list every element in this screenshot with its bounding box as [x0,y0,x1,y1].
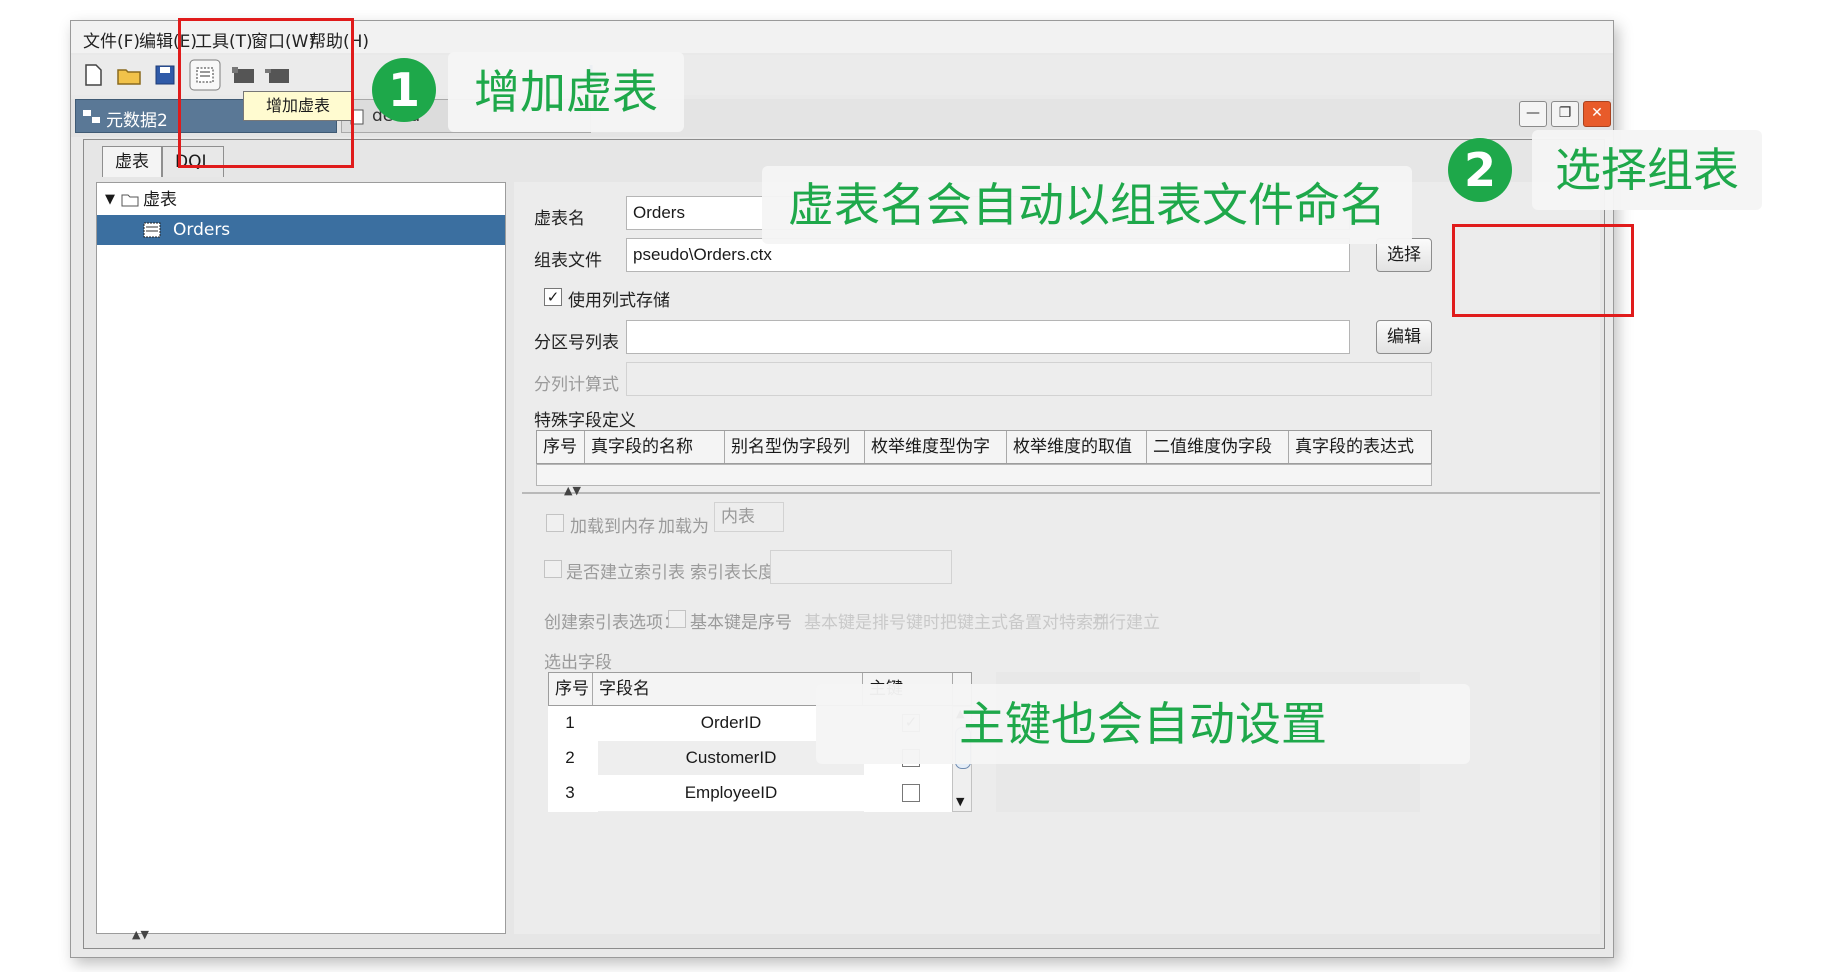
index-length-label: 索引表长度 [690,563,775,583]
partition-expr-label: 分列计算式 [534,375,619,395]
partition-list-input[interactable] [626,320,1350,354]
special-fields-label: 特殊字段定义 [534,411,636,431]
tree-item-orders[interactable]: Orders [97,215,505,245]
edit-button[interactable]: 编辑 [1376,320,1432,354]
splitter-arrows-icon[interactable]: ▲▼ [564,484,581,497]
tab-virtual-table[interactable]: 虚表 [102,146,162,177]
load-as-select[interactable]: 内表 [714,502,784,532]
index-options-label: 创建索引表选项： [544,613,680,633]
new-file-icon[interactable] [79,61,107,89]
column-storage-label: 使用列式存储 [568,291,670,311]
highlight-box-select [1452,224,1634,317]
base-key-seq-label: 基本键是序号 [690,613,792,633]
step2-callout: 选择组表 [1532,130,1762,210]
collapse-arrow-icon[interactable]: ▼ [105,185,115,215]
column-storage-checkbox[interactable]: ✓ [544,288,562,306]
open-folder-icon[interactable] [115,61,143,89]
virtual-table-icon [143,222,161,238]
step2-badge: 2 [1448,138,1512,202]
selected-fields-label: 选出字段 [544,653,612,673]
step1-callout: 增加虚表 [448,52,684,132]
column-header[interactable]: 二值维度伪字段名 [1147,431,1289,489]
tree-root-label: 虚表 [143,190,177,210]
field-name: EmployeeID [684,783,778,802]
primary-key-checkbox[interactable] [902,784,920,802]
note-auto-key: 主键也会自动设置 [816,684,1470,764]
table-row[interactable]: 3 EmployeeID [548,776,952,810]
column-header[interactable]: 枚举维度的取值序列 [1007,431,1147,489]
row-number: 2 [565,748,575,767]
tree-root[interactable]: ▼ 虚表 [97,185,505,215]
load-as-label: 加载为 [658,517,709,537]
row-number: 4 [548,811,592,812]
splitter-arrows-icon[interactable]: ▲▼ [132,928,149,941]
minimize-button[interactable]: — [1519,101,1547,127]
column-header[interactable]: 序号 [549,673,593,705]
properties-panel: 虚表名 Orders 组表文件 pseudo\Orders.ctx 选择 ✓ 使… [514,182,1600,934]
folder-icon [121,194,139,207]
doc-tab-label: 元数据2 [106,111,168,131]
highlight-box-add-table [178,18,354,168]
field-name: ReceiveDate [598,811,864,812]
tree-item-label: Orders [173,220,231,240]
note-auto-name: 虚表名会自动以组表文件命名 [762,166,1412,244]
column-header[interactable]: 别名型伪字段列表 [725,431,865,489]
special-fields-header: 序号 真字段的名称 别名型伪字段列表 枚举维度型伪字段名 枚举维度的取值序列 二… [536,430,1432,489]
partition-list-label: 分区号列表 [534,333,619,353]
virtual-table-name-label: 虚表名 [534,209,585,229]
row-number: 1 [565,713,575,732]
build-index-checkbox[interactable] [544,560,562,578]
table-tree: ▼ 虚表 Orders [96,182,506,934]
close-button[interactable]: ✕ [1583,101,1611,127]
base-key-seq-checkbox[interactable] [668,610,686,628]
index-length-input[interactable] [770,550,952,584]
menu-file[interactable]: 文件(F) [83,27,140,52]
bottom-splitter[interactable]: ▲▼ [92,928,1602,944]
load-memory-checkbox[interactable] [546,514,564,532]
restore-button[interactable]: ❐ [1551,101,1579,127]
column-header[interactable]: 序号 [537,431,585,463]
table-row[interactable]: 4 ReceiveDate [548,811,952,812]
column-header[interactable]: 枚举维度型伪字段名 [865,431,1007,489]
base-key-sort-label: 基本键是排号键时把键主式备置对特索引 [804,613,1110,633]
parallel-build-label: 并行建立 [1092,613,1160,633]
load-memory-label: 加载到内存 [570,517,655,537]
step1-badge: 1 [372,58,436,122]
column-header[interactable]: 真字段的表达式 [1289,431,1431,463]
partition-expr-input[interactable] [626,362,1432,396]
row-number: 3 [565,783,575,802]
scroll-down-icon[interactable]: ▼ [956,795,964,808]
column-header[interactable]: 真字段的名称 [585,431,725,463]
group-file-label: 组表文件 [534,251,602,271]
splitter[interactable] [522,492,1600,494]
special-fields-body [536,464,1432,486]
save-icon[interactable] [151,61,179,89]
build-index-label: 是否建立索引表 [566,563,685,583]
metadata-icon [83,110,100,123]
editor-panel: 虚表 DQL ▼ 虚表 Orders 虚表名 Orders 组表文件 pseud… [83,139,1605,949]
